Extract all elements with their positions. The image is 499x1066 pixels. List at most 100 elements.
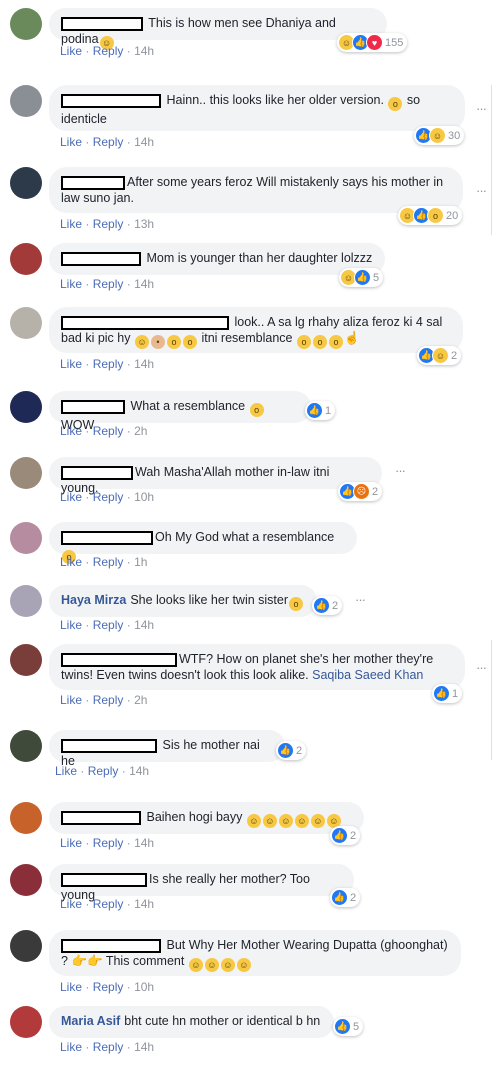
comment-text: bht cute hn mother or identical b hn (124, 1014, 321, 1028)
reaction-summary[interactable]: 👍 2 (330, 888, 361, 907)
avatar[interactable] (10, 930, 42, 962)
like-link[interactable]: Like (60, 217, 82, 231)
avatar[interactable] (10, 85, 42, 117)
avatar[interactable] (10, 457, 42, 489)
like-link[interactable]: Like (60, 693, 82, 707)
comment-actions: Like · Reply · 14h (60, 897, 155, 911)
more-options-icon[interactable]: ··· (476, 660, 487, 675)
comment-actions: Like · Reply · 10h (60, 490, 155, 504)
timestamp[interactable]: 14h (134, 897, 154, 911)
avatar[interactable] (10, 730, 42, 762)
reply-link[interactable]: Reply (88, 764, 119, 778)
avatar[interactable] (10, 644, 42, 676)
like-link[interactable]: Like (60, 555, 82, 569)
reaction-summary[interactable]: 👍 2 (312, 596, 343, 615)
timestamp[interactable]: 13h (134, 217, 154, 231)
timestamp[interactable]: 14h (134, 836, 154, 850)
like-reaction-icon: 👍 (433, 685, 450, 702)
timestamp[interactable]: 14h (134, 135, 154, 149)
reply-link[interactable]: Reply (93, 424, 124, 438)
like-link[interactable]: Like (60, 357, 82, 371)
redacted-name (61, 653, 177, 667)
mention-link[interactable]: Saqiba Saeed Khan (312, 668, 423, 682)
reply-link[interactable]: Reply (93, 44, 124, 58)
timestamp[interactable]: 14h (134, 618, 154, 632)
reaction-summary[interactable]: 👍 5 (333, 1017, 364, 1036)
comment-bubble: look.. A sa lg rhahy aliza feroz ki 4 sa… (49, 307, 463, 353)
reply-link[interactable]: Reply (93, 217, 124, 231)
more-options-icon[interactable]: ··· (395, 463, 406, 478)
timestamp[interactable]: 10h (134, 980, 154, 994)
reply-link[interactable]: Reply (93, 980, 124, 994)
like-reaction-icon: 👍 (313, 597, 330, 614)
like-link[interactable]: Like (55, 764, 77, 778)
comment-actions: Like · Reply · 14h (60, 1040, 155, 1054)
reaction-count: 155 (385, 36, 404, 49)
timestamp[interactable]: 14h (129, 764, 149, 778)
like-link[interactable]: Like (60, 277, 82, 291)
comment-bubble: Oh My God what a resemblanceo (49, 522, 357, 564)
timestamp[interactable]: 14h (134, 44, 154, 58)
redacted-name (61, 873, 147, 887)
timestamp[interactable]: 14h (134, 357, 154, 371)
timestamp[interactable]: 14h (134, 277, 154, 291)
timestamp[interactable]: 1h (134, 555, 147, 569)
reaction-summary[interactable]: 👍 1 (305, 401, 336, 420)
like-link[interactable]: Like (60, 980, 82, 994)
comment-actions: Like · Reply · 14h (60, 44, 155, 58)
comment-bubble: Baihen hogi bayy ☺ ☺ ☺ ☺ ☺ ☺ (49, 802, 364, 834)
reaction-summary[interactable]: 👍 ☺ 2 (417, 346, 462, 365)
more-options-icon[interactable]: ··· (476, 101, 487, 116)
reply-link[interactable]: Reply (93, 277, 124, 291)
laugh-emoji: ☺ (204, 958, 219, 972)
avatar[interactable] (10, 802, 42, 834)
timestamp[interactable]: 10h (134, 490, 154, 504)
reply-link[interactable]: Reply (93, 357, 124, 371)
reply-link[interactable]: Reply (93, 836, 124, 850)
like-link[interactable]: Like (60, 44, 82, 58)
like-reaction-icon: 👍 (277, 742, 294, 759)
avatar[interactable] (10, 307, 42, 339)
avatar[interactable] (10, 243, 42, 275)
like-link[interactable]: Like (60, 897, 82, 911)
grin-emoji: ☺ (278, 814, 293, 828)
reply-link[interactable]: Reply (93, 618, 124, 632)
timestamp[interactable]: 14h (134, 1040, 154, 1054)
comment-author[interactable]: Maria Asif (61, 1014, 120, 1028)
reply-link[interactable]: Reply (93, 897, 124, 911)
like-link[interactable]: Like (60, 618, 82, 632)
avatar[interactable] (10, 864, 42, 896)
reaction-count: 2 (296, 744, 303, 757)
avatar[interactable] (10, 167, 42, 199)
reply-link[interactable]: Reply (93, 490, 124, 504)
reaction-summary[interactable]: ☺ 👍 o 20 (398, 206, 463, 225)
like-link[interactable]: Like (60, 424, 82, 438)
more-options-icon[interactable]: ··· (355, 592, 366, 607)
like-link[interactable]: Like (60, 836, 82, 850)
reaction-summary[interactable]: 👍 ☹ 2 (338, 482, 383, 501)
reply-link[interactable]: Reply (93, 693, 124, 707)
reaction-summary[interactable]: 👍 2 (330, 826, 361, 845)
reaction-summary[interactable]: ☺ 👍 5 (339, 268, 384, 287)
avatar[interactable] (10, 1006, 42, 1038)
reply-link[interactable]: Reply (93, 1040, 124, 1054)
comment-actions: Like · Reply · 10h (60, 980, 155, 994)
scream-emoji: o (328, 335, 343, 349)
reaction-summary[interactable]: 👍 ☺ 30 (414, 126, 465, 145)
reply-link[interactable]: Reply (93, 555, 124, 569)
like-link[interactable]: Like (60, 135, 82, 149)
timestamp[interactable]: 2h (134, 424, 147, 438)
more-options-icon[interactable]: ··· (476, 183, 487, 198)
reaction-summary[interactable]: ☺ 👍 ♥ 155 (337, 33, 408, 52)
comment-author[interactable]: Haya Mirza (61, 593, 126, 607)
like-link[interactable]: Like (60, 1040, 82, 1054)
avatar[interactable] (10, 585, 42, 617)
timestamp[interactable]: 2h (134, 693, 147, 707)
like-link[interactable]: Like (60, 490, 82, 504)
avatar[interactable] (10, 8, 42, 40)
reaction-summary[interactable]: 👍 1 (432, 684, 463, 703)
reaction-summary[interactable]: 👍 2 (276, 741, 307, 760)
reply-link[interactable]: Reply (93, 135, 124, 149)
avatar[interactable] (10, 522, 42, 554)
avatar[interactable] (10, 391, 42, 423)
